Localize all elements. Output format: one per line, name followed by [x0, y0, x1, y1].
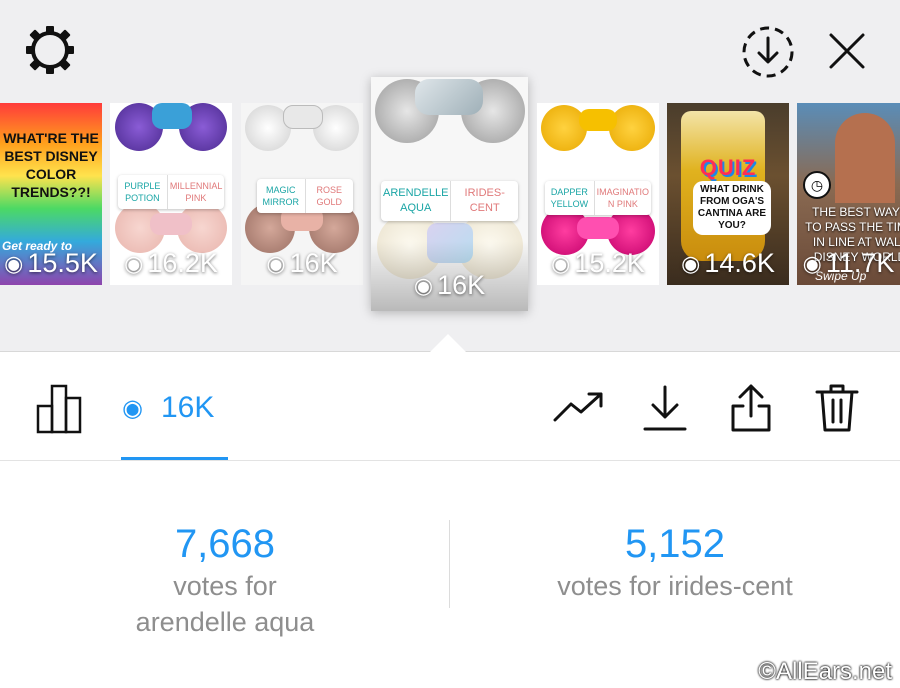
trend-icon [553, 392, 603, 422]
quiz-question: WHAT DRINK FROM OGA'S CANTINA ARE YOU? [693, 181, 771, 235]
poll-sticker: PURPLE POTION MILLENNIAL PINK [118, 175, 224, 209]
story-view-count: ◉ 15.5K [0, 248, 102, 279]
poll-sticker: ARENDELLE AQUA IRIDES-CENT [381, 181, 518, 221]
poll-option-2: IRIDES-CENT [450, 181, 518, 221]
quiz-label: QUIZ [699, 155, 757, 180]
view-count-label: 11.7K [825, 248, 895, 278]
poll-option-1: PURPLE POTION [124, 181, 161, 203]
view-count-label: 15.5K [27, 248, 98, 278]
story-view-count: ◉ 11.7K [797, 248, 900, 279]
story-thumbnail-2[interactable]: PURPLE POTION MILLENNIAL PINK ◉ 16.2K [110, 103, 232, 285]
poll-option-1: MAGIC MIRROR [262, 185, 300, 207]
poll-sticker: MAGIC MIRROR ROSE GOLD [257, 179, 353, 213]
share-icon [731, 384, 771, 432]
poll-option-2: IMAGINATIO N PINK [593, 181, 651, 215]
story-thumbnail-1[interactable]: WHAT'RE THE BEST DISNEY COLOR TRENDS??! … [0, 103, 102, 285]
ear-headband-image [609, 105, 655, 151]
view-count-label: 16.2K [147, 248, 218, 278]
eye-icon: ◉ [266, 250, 286, 276]
poll-sticker: DAPPER YELLOW IMAGINATIO N PINK [545, 181, 651, 215]
download-icon [643, 385, 687, 431]
poll-result-1: 7,668 votes for arendelle aqua [100, 520, 350, 640]
poll-option-2: MILLENNIAL PINK [166, 175, 224, 209]
eye-icon: ◉ [551, 250, 571, 276]
share-button[interactable] [724, 381, 778, 435]
watermark: ©AllEars.net [758, 658, 892, 685]
story-thumbnail-4-selected[interactable]: ARENDELLE AQUA IRIDES-CENT ◉ 16K [371, 77, 528, 311]
viewers-tab[interactable]: ◉ 16K [122, 391, 214, 425]
vote-label: votes for irides-cent [557, 571, 793, 601]
story-view-count: ◉ 14.6K [667, 248, 789, 279]
story-thumbnail-3[interactable]: MAGIC MIRROR ROSE GOLD ◉ 16K [241, 103, 363, 285]
view-count-label: 16K [437, 270, 486, 300]
bow-image [283, 105, 323, 129]
poll-option-1: DAPPER YELLOW [550, 187, 589, 209]
mountain-image [835, 113, 895, 203]
bar-chart-icon [36, 384, 82, 434]
story-thumbnail-strip: WHAT'RE THE BEST DISNEY COLOR TRENDS??! … [0, 0, 900, 352]
story-view-count: ◉ 15.2K [537, 248, 659, 279]
view-count-label: 16K [289, 248, 338, 278]
bow-image [579, 109, 617, 131]
poll-result-2: 5,152 votes for irides-cent [500, 520, 850, 604]
story-view-count: ◉ 16K [241, 248, 363, 279]
story-view-count: ◉ 16.2K [110, 248, 232, 279]
story-headline: WHAT'RE THE BEST DISNEY COLOR TRENDS??! [3, 130, 99, 200]
vote-count: 7,668 [174, 522, 276, 566]
view-count-label: 15.2K [574, 248, 645, 278]
poll-option-2: ROSE GOLD [304, 179, 354, 213]
insights-toolbar: ◉ 16K [0, 353, 900, 461]
eye-icon: ◉ [4, 250, 24, 276]
bow-image [150, 213, 192, 235]
bow-image [577, 217, 619, 239]
vote-count: 5,152 [624, 522, 726, 566]
bow-image [415, 79, 483, 115]
story-thumbnail-7[interactable]: ◷ THE BEST WAYS TO PASS THE TIME IN LINE… [797, 103, 900, 285]
active-tab-indicator [121, 457, 228, 460]
story-thumbnail-5[interactable]: DAPPER YELLOW IMAGINATIO N PINK ◉ 15.2K [537, 103, 659, 285]
poll-option-1: ARENDELLE AQUA [383, 187, 449, 214]
bow-image [152, 103, 192, 129]
eye-icon: ◉ [413, 272, 434, 298]
vote-label: votes for [173, 571, 277, 601]
story-thumbnail-6[interactable]: QUIZ WHAT DRINK FROM OGA'S CANTINA ARE Y… [667, 103, 789, 285]
eye-icon: ◉ [124, 250, 144, 276]
selection-pointer [428, 334, 468, 354]
insights-button[interactable] [34, 381, 88, 435]
delete-button[interactable] [810, 381, 864, 435]
eye-icon: ◉ [122, 394, 143, 422]
trash-icon [815, 384, 859, 432]
download-button[interactable] [638, 381, 692, 435]
clock-icon: ◷ [803, 171, 831, 199]
eye-icon: ◉ [681, 250, 701, 276]
eye-icon: ◉ [802, 250, 822, 276]
viewer-count: 16K [160, 391, 215, 424]
view-count-label: 14.6K [704, 248, 775, 278]
vote-option-name: arendelle aqua [135, 607, 315, 637]
promote-button[interactable] [552, 381, 606, 435]
results-separator [449, 520, 450, 608]
story-view-count: ◉ 16K [371, 270, 528, 301]
